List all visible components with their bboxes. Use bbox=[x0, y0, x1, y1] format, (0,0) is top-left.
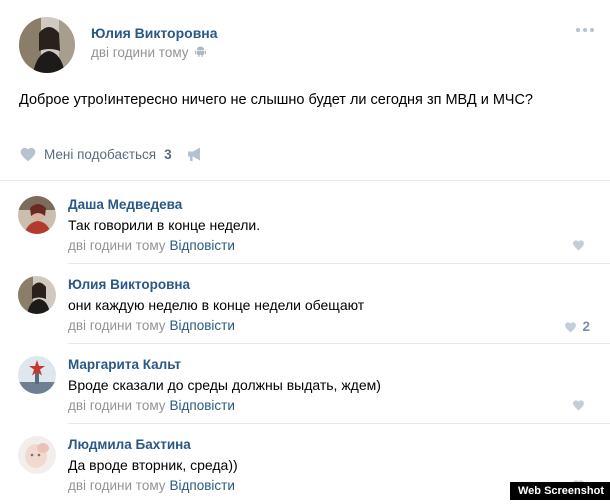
comment-like-button[interactable] bbox=[572, 239, 590, 251]
comment-meta: дві години тому Відповісти bbox=[68, 398, 235, 413]
comment-author[interactable]: Юлия Викторовна bbox=[68, 277, 190, 292]
comment-like-button[interactable]: 2 bbox=[564, 319, 590, 334]
post-time-text[interactable]: дві години тому bbox=[91, 45, 189, 60]
comment-meta: дві години тому Відповісти bbox=[68, 238, 235, 253]
comment-like-count: 2 bbox=[582, 319, 590, 334]
heart-icon bbox=[565, 321, 577, 332]
comment-like-button[interactable] bbox=[572, 399, 590, 411]
comment-time[interactable]: дві години тому bbox=[68, 238, 166, 253]
comment-text: Вроде сказали до среды должны выдать, жд… bbox=[68, 377, 381, 393]
comment-text: Да вроде вторник, среда)) bbox=[68, 457, 238, 473]
comment-author[interactable]: Маргарита Кальт bbox=[68, 357, 181, 372]
comment-text: они каждую неделю в конце недели обещают bbox=[68, 297, 365, 313]
like-button[interactable]: Мені подобається 3 bbox=[19, 146, 172, 162]
comment-meta: дві години тому Відповісти bbox=[68, 478, 235, 493]
more-icon[interactable] bbox=[576, 28, 594, 32]
reply-link[interactable]: Відповісти bbox=[170, 398, 235, 413]
comment-avatar[interactable] bbox=[18, 436, 56, 474]
reply-link[interactable]: Відповісти bbox=[170, 238, 235, 253]
comment-time[interactable]: дві години тому bbox=[68, 398, 166, 413]
heart-icon bbox=[573, 240, 584, 251]
comment-item: Юлия Викторовна они каждую неделю в конц… bbox=[0, 264, 610, 344]
like-label: Мені подобається bbox=[44, 146, 157, 162]
android-icon bbox=[194, 45, 206, 60]
comment-time[interactable]: дві години тому bbox=[68, 318, 166, 333]
comment-author[interactable]: Людмила Бахтина bbox=[68, 437, 191, 452]
comment-avatar[interactable] bbox=[18, 196, 56, 234]
post-author-name[interactable]: Юлия Викторовна bbox=[91, 25, 218, 41]
post-time: дві години тому bbox=[91, 45, 206, 60]
post-divider bbox=[0, 180, 610, 181]
comment-avatar[interactable] bbox=[18, 276, 56, 314]
post-text: Доброе утро!интересно ничего не слышно б… bbox=[19, 92, 533, 108]
comment-time[interactable]: дві години тому bbox=[68, 478, 166, 493]
post-actions: Мені подобається 3 bbox=[19, 146, 204, 162]
megaphone-icon[interactable] bbox=[186, 146, 204, 162]
reply-link[interactable]: Відповісти bbox=[170, 318, 235, 333]
watermark: Web Screenshot bbox=[510, 482, 610, 500]
comment-text: Так говорили в конце недели. bbox=[68, 217, 261, 233]
comment-item: Маргарита Кальт Вроде сказали до среды д… bbox=[0, 344, 610, 424]
like-count: 3 bbox=[164, 146, 172, 162]
heart-icon bbox=[573, 400, 584, 411]
comment-meta: дві години тому Відповісти bbox=[68, 318, 235, 333]
heart-icon bbox=[20, 147, 36, 162]
comment-author[interactable]: Даша Медведева bbox=[68, 197, 182, 212]
post-author-avatar[interactable] bbox=[19, 17, 75, 73]
post-header: Юлия Викторовна дві години тому bbox=[0, 0, 610, 80]
comment-avatar[interactable] bbox=[18, 356, 56, 394]
reply-link[interactable]: Відповісти bbox=[170, 478, 235, 493]
comment-item: Даша Медведева Так говорили в конце неде… bbox=[0, 184, 610, 264]
